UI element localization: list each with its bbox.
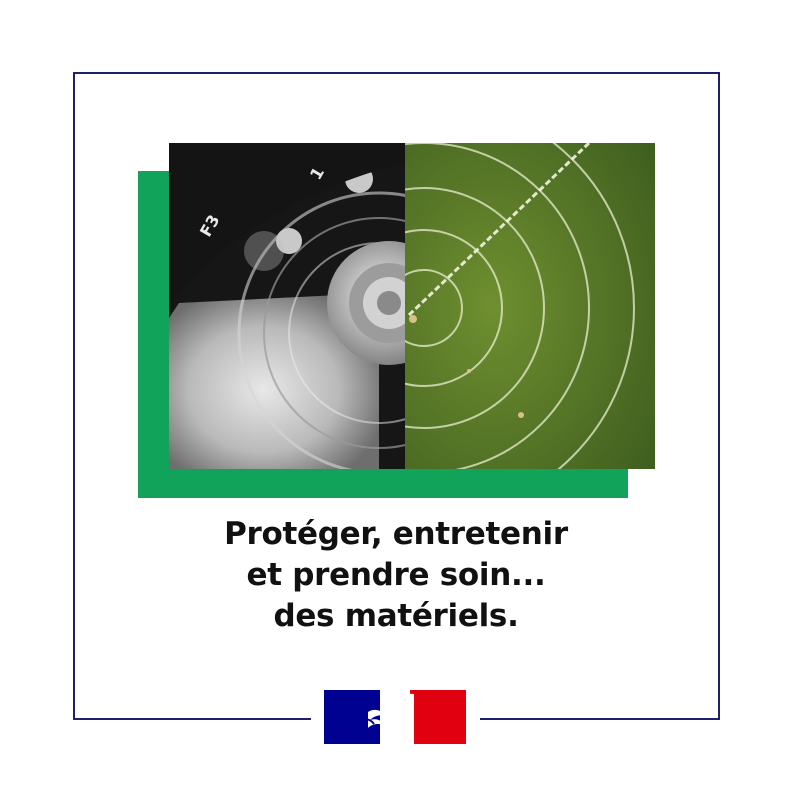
frame-bottom-right-line [480,718,720,720]
headline-line-3: des matériels. [273,598,519,634]
composite-photo: F3 1 [169,143,655,469]
frame-top-line [73,72,720,74]
marianne-logo-icon [324,690,466,744]
headline-line-1: Protéger, entretenir [224,516,568,552]
frame-bottom-left-line [73,718,311,720]
headline-line-2: et prendre soin... [246,557,546,593]
headline: Protéger, entretenir et prendre soin... … [0,514,792,637]
post-canvas: F3 1 Protéger, entretenir et prendre soi… [0,0,792,792]
